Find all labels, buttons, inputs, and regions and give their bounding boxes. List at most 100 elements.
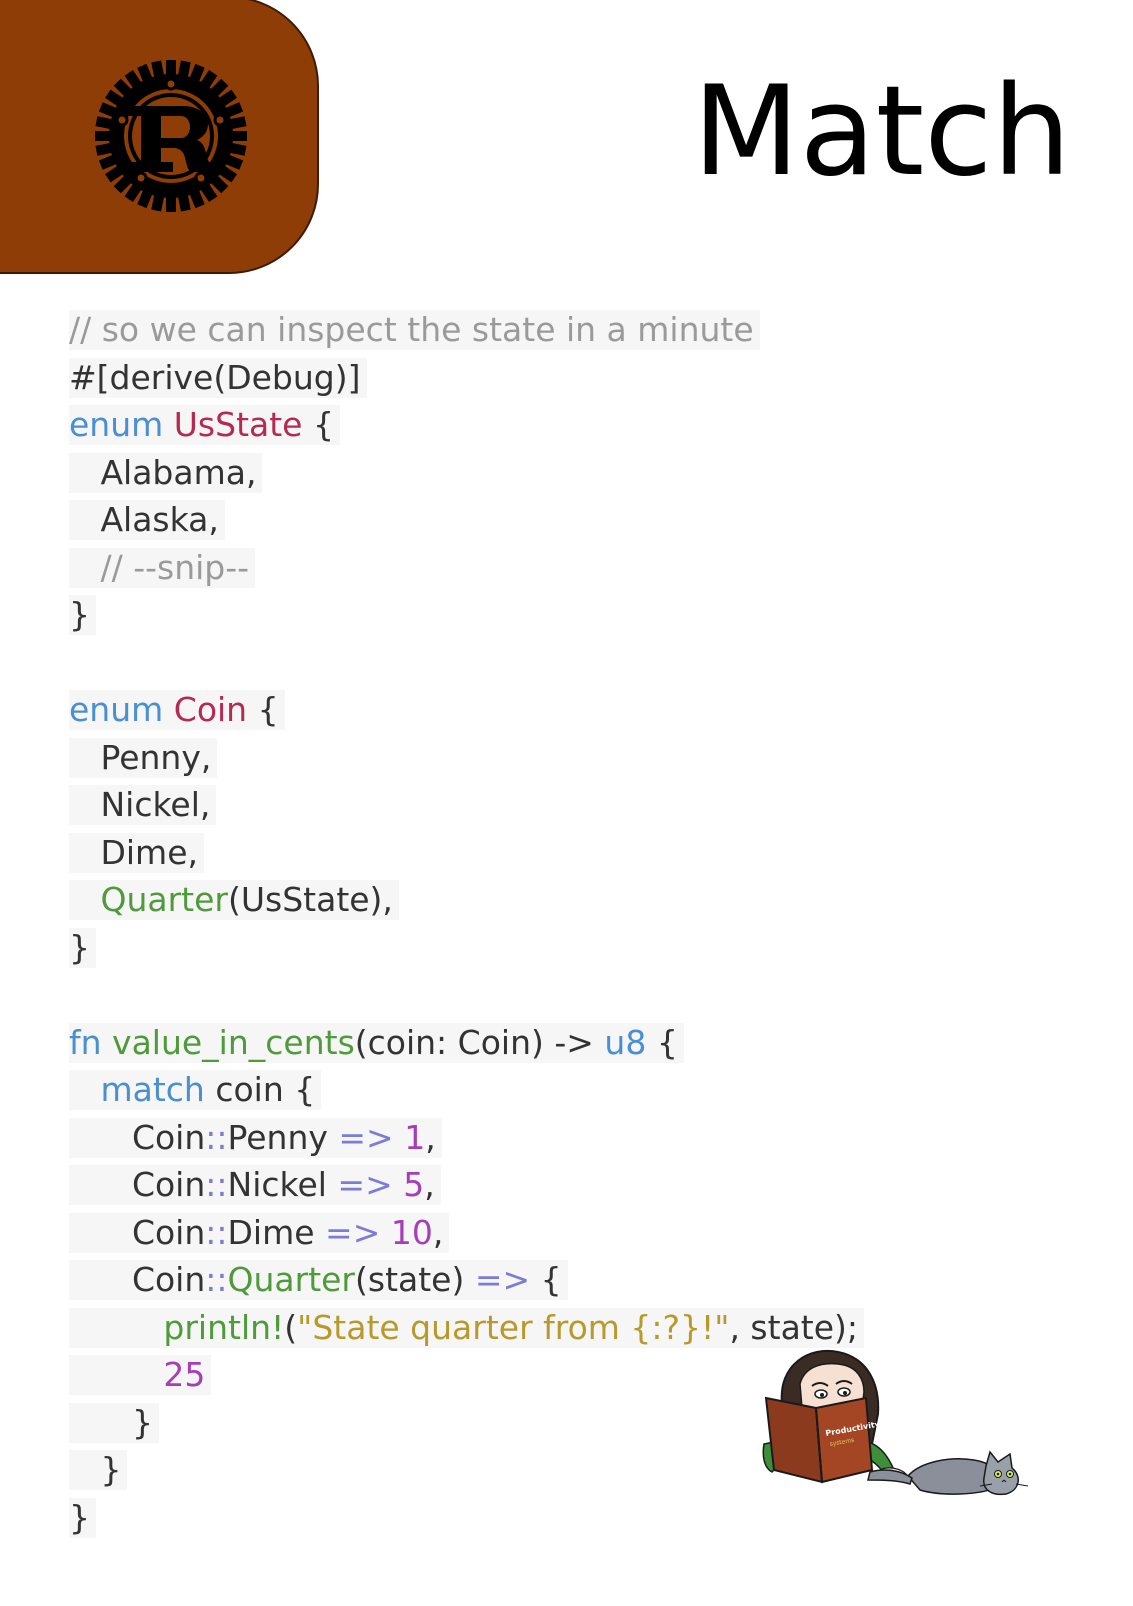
code-line-highlight: Coin::Quarter(state) => {: [69, 1260, 568, 1300]
code-line-highlight: #[derive(Debug)]: [69, 357, 367, 398]
code-token: coin {: [204, 1070, 316, 1109]
code-token: Penny,: [69, 737, 212, 777]
code-token: Penny: [227, 1117, 339, 1157]
code-token: 1: [404, 1117, 426, 1157]
code-line-highlight: Coin::Dime => 10,: [69, 1212, 450, 1253]
code-token: =>: [338, 1117, 394, 1157]
code-line: Coin::Penny => 1,: [69, 1117, 442, 1166]
code-line: }: [69, 1497, 96, 1546]
code-line: Quarter(UsState),: [69, 880, 399, 928]
code-token: ::: [205, 1117, 228, 1157]
code-line: }: [69, 595, 96, 643]
code-token: {: [247, 690, 279, 729]
code-line-highlight: match coin {: [69, 1070, 322, 1110]
code-token: enum: [69, 405, 164, 444]
code-token: }: [69, 1402, 153, 1442]
code-line: Nickel,: [69, 785, 217, 833]
code-line: enum UsState {: [69, 405, 340, 453]
code-token: 5: [403, 1165, 425, 1204]
code-token: Quarter: [227, 1260, 356, 1299]
code-token: (UsState),: [227, 880, 393, 919]
code-line-highlight: }: [69, 595, 96, 635]
code-token: (coin: Coin) ->: [354, 1022, 605, 1062]
code-line: Dime,: [69, 832, 204, 881]
code-token: =>: [337, 1165, 393, 1204]
code-line: }: [69, 1450, 128, 1498]
code-token: Coin: [69, 1260, 206, 1299]
code-token: Dime: [227, 1212, 326, 1252]
code-line-highlight: enum Coin {: [69, 690, 285, 730]
code-token: {: [530, 1260, 562, 1299]
code-line-highlight: }: [69, 1450, 128, 1490]
code-token: }: [69, 1497, 90, 1537]
code-line: fn value_in_cents(coin: Coin) -> u8 {: [69, 1022, 684, 1071]
code-line: Coin::Nickel => 5,: [69, 1165, 441, 1213]
code-line: }: [69, 1402, 159, 1451]
code-line-highlight: Coin::Nickel => 5,: [69, 1165, 441, 1205]
code-token: Nickel: [227, 1165, 338, 1204]
code-token: enum: [69, 690, 164, 729]
logo-tab: [0, 0, 319, 274]
page-title: Match: [692, 60, 1071, 204]
code-token: 10: [390, 1212, 433, 1252]
code-token: match: [100, 1070, 205, 1109]
code-token: {: [646, 1022, 678, 1062]
code-line-highlight: Nickel,: [69, 785, 217, 825]
code-token: value_in_cents: [112, 1022, 355, 1062]
code-token: // so we can inspect the state in a minu…: [69, 310, 754, 349]
code-token: Dime,: [69, 832, 198, 872]
code-line-highlight: Dime,: [69, 832, 204, 873]
code-line-highlight: }: [69, 927, 96, 968]
code-token: }: [69, 1450, 122, 1489]
code-line-highlight: println!("State quarter from {:?}!", sta…: [69, 1307, 865, 1348]
code-line: Coin::Dime => 10,: [69, 1212, 450, 1261]
code-token: "State quarter from {:?}!": [297, 1307, 730, 1347]
rust-logo-icon: [95, 60, 247, 212]
code-line: // so we can inspect the state in a minu…: [69, 310, 760, 358]
code-block: // so we can inspect the state in a minu…: [69, 310, 865, 1546]
code-token: }: [69, 595, 90, 634]
code-token: Coin: [69, 1165, 206, 1204]
code-line: Coin::Quarter(state) => {: [69, 1260, 568, 1308]
code-line-highlight: Coin::Penny => 1,: [69, 1117, 442, 1158]
code-line: match coin {: [69, 1070, 322, 1118]
code-token: (: [284, 1307, 298, 1347]
code-token: ,: [432, 1212, 444, 1252]
code-line: Alabama,: [69, 452, 263, 501]
code-line-highlight: }: [69, 1497, 96, 1538]
code-line: 25: [69, 1355, 212, 1403]
code-token: #[derive(Debug)]: [69, 357, 361, 397]
code-token: (state): [355, 1260, 475, 1299]
reading-girl-with-cat-icon: Productivity systems: [762, 1349, 1029, 1496]
code-token: Coin: [69, 1117, 206, 1157]
code-line-highlight: Quarter(UsState),: [69, 880, 399, 920]
code-line-highlight: Penny,: [69, 737, 218, 778]
code-token: ::: [205, 1212, 228, 1252]
code-token: Coin: [173, 690, 248, 729]
code-line-highlight: Alaska,: [69, 500, 225, 540]
code-token: Quarter: [100, 880, 228, 919]
code-line: Alaska,: [69, 500, 225, 548]
code-line-highlight: enum UsState {: [69, 405, 340, 445]
code-token: fn: [69, 1022, 102, 1062]
code-line: Penny,: [69, 737, 218, 786]
code-token: u8: [604, 1022, 647, 1062]
code-token: , state);: [729, 1307, 859, 1347]
code-token: =>: [474, 1260, 531, 1299]
code-token: ,: [425, 1117, 436, 1157]
code-token: Alabama,: [69, 452, 257, 492]
code-token: 25: [163, 1355, 206, 1394]
code-token: ::: [205, 1260, 228, 1299]
code-line-highlight: Alabama,: [69, 452, 263, 493]
code-token: Nickel,: [69, 785, 211, 824]
code-line-highlight: // so we can inspect the state in a minu…: [69, 310, 760, 350]
code-token: Coin: [69, 1212, 206, 1252]
